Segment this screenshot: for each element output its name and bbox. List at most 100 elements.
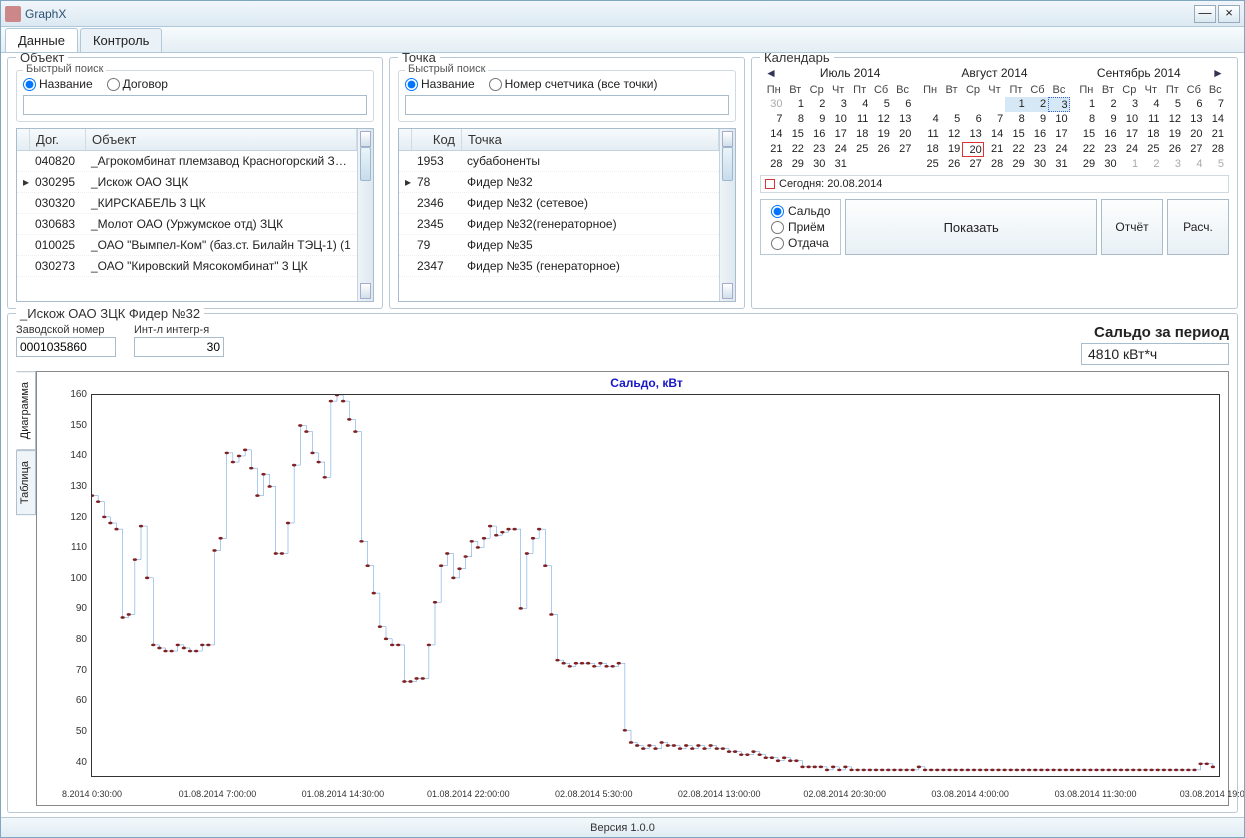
cal-day[interactable]: 26: [870, 142, 891, 157]
cal-day[interactable]: 23: [1027, 142, 1048, 157]
cal-day[interactable]: 27: [962, 157, 983, 172]
show-button[interactable]: Показать: [845, 199, 1097, 255]
cal-day[interactable]: 10: [1119, 112, 1140, 127]
cal-day[interactable]: 14: [763, 127, 784, 142]
minimize-button[interactable]: —: [1194, 5, 1216, 23]
cal-day[interactable]: 25: [849, 142, 870, 157]
table-row[interactable]: 030320_КИРСКАБЕЛЬ 3 ЦК: [17, 193, 357, 214]
cal-day[interactable]: 4: [1140, 97, 1161, 112]
cal-prev[interactable]: ◄: [764, 66, 778, 80]
cal-day[interactable]: 17: [827, 127, 848, 142]
cal-day[interactable]: 4: [849, 97, 870, 112]
chart-box[interactable]: Сальдо, кВт 4050607080901001101201301401…: [36, 371, 1229, 806]
point-col-code[interactable]: Код: [412, 129, 462, 150]
cal-day[interactable]: 12: [1162, 112, 1183, 127]
cal-day[interactable]: [870, 157, 891, 172]
object-col-name[interactable]: Объект: [86, 129, 357, 150]
cal-day[interactable]: 9: [1027, 112, 1048, 127]
point-col-name[interactable]: Точка: [462, 129, 719, 150]
cal-day[interactable]: 2: [1027, 97, 1048, 112]
cal-day[interactable]: 17: [1119, 127, 1140, 142]
side-tab-diagram[interactable]: Диаграмма: [16, 371, 36, 450]
cal-day[interactable]: 19: [1162, 127, 1183, 142]
cal-day[interactable]: 11: [849, 112, 870, 127]
cal-next[interactable]: ►: [1211, 66, 1225, 80]
cal-day[interactable]: [984, 97, 1005, 112]
cal-day[interactable]: 28: [1205, 142, 1226, 157]
cal-day[interactable]: 24: [1048, 142, 1069, 157]
cal-day[interactable]: 14: [1205, 112, 1226, 127]
mode-saldo[interactable]: Сальдо: [771, 204, 830, 218]
table-row[interactable]: 030683_Молот ОАО (Уржумское отд) ЗЦК: [17, 214, 357, 235]
table-row[interactable]: ▸78Фидер №32: [399, 172, 719, 193]
cal-day[interactable]: 6: [962, 112, 983, 127]
table-row[interactable]: ▸030295_Искож ОАО ЗЦК: [17, 172, 357, 193]
cal-day[interactable]: 25: [919, 157, 940, 172]
cal-day[interactable]: 1: [1119, 157, 1140, 172]
object-scrollbar[interactable]: [357, 129, 373, 301]
intg-input[interactable]: [134, 337, 224, 357]
cal-day[interactable]: 5: [1205, 157, 1226, 172]
cal-day[interactable]: 12: [870, 112, 891, 127]
cal-day[interactable]: 29: [1005, 157, 1026, 172]
cal-day[interactable]: 3: [1119, 97, 1140, 112]
cal-day[interactable]: [919, 97, 940, 112]
mode-in[interactable]: Приём: [771, 220, 830, 234]
cal-day[interactable]: 16: [1097, 127, 1118, 142]
cal-day[interactable]: 18: [849, 127, 870, 142]
close-button[interactable]: ×: [1218, 5, 1240, 23]
tab-data[interactable]: Данные: [5, 28, 78, 52]
cal-day[interactable]: 10: [1048, 112, 1069, 127]
cal-day[interactable]: 29: [1076, 157, 1097, 172]
table-row[interactable]: 040820_Агрокомбинат племзавод Красногорс…: [17, 151, 357, 172]
cal-day[interactable]: 11: [919, 127, 940, 142]
table-row[interactable]: 010025_ОАО "Вымпел-Ком" (баз.ст. Билайн …: [17, 235, 357, 256]
cal-day[interactable]: 15: [1005, 127, 1026, 142]
cal-day[interactable]: 9: [806, 112, 827, 127]
cal-day[interactable]: 17: [1048, 127, 1069, 142]
cal-day[interactable]: 16: [806, 127, 827, 142]
cal-day[interactable]: 6: [1183, 97, 1204, 112]
object-search-input[interactable]: [23, 95, 367, 115]
cal-day[interactable]: 24: [1119, 142, 1140, 157]
object-col-contract[interactable]: Дог.: [30, 129, 86, 150]
cal-day[interactable]: 4: [1183, 157, 1204, 172]
cal-day[interactable]: 20: [962, 142, 983, 157]
cal-day[interactable]: 1: [784, 97, 805, 112]
cal-day[interactable]: 8: [784, 112, 805, 127]
cal-day[interactable]: 21: [763, 142, 784, 157]
cal-day[interactable]: 5: [1162, 97, 1183, 112]
cal-day[interactable]: 7: [763, 112, 784, 127]
cal-day[interactable]: 20: [1183, 127, 1204, 142]
mode-out[interactable]: Отдача: [771, 236, 830, 250]
cal-day[interactable]: 18: [1140, 127, 1161, 142]
table-row[interactable]: 2347Фидер №35 (генераторное): [399, 256, 719, 277]
cal-day[interactable]: 22: [1005, 142, 1026, 157]
cal-day[interactable]: 10: [827, 112, 848, 127]
table-row[interactable]: 030273_ОАО "Кировский Мясокомбинат" 3 ЦК: [17, 256, 357, 277]
cal-today-row[interactable]: Сегодня: 20.08.2014: [760, 175, 1229, 193]
calc-button[interactable]: Расч.: [1167, 199, 1229, 255]
cal-day[interactable]: 25: [1140, 142, 1161, 157]
cal-day[interactable]: 2: [1140, 157, 1161, 172]
object-radio-name[interactable]: Название: [23, 77, 93, 91]
cal-day[interactable]: 28: [984, 157, 1005, 172]
cal-day[interactable]: 2: [1097, 97, 1118, 112]
cal-day[interactable]: 23: [1097, 142, 1118, 157]
point-search-input[interactable]: [405, 95, 729, 115]
side-tab-table[interactable]: Таблица: [16, 450, 36, 515]
cal-day[interactable]: 29: [784, 157, 805, 172]
cal-day[interactable]: 15: [784, 127, 805, 142]
cal-day[interactable]: 28: [763, 157, 784, 172]
cal-day[interactable]: 3: [1048, 97, 1069, 112]
cal-day[interactable]: 20: [892, 127, 913, 142]
cal-day[interactable]: 22: [1076, 142, 1097, 157]
cal-day[interactable]: 8: [1005, 112, 1026, 127]
point-grid[interactable]: Код Точка 1953субабоненты▸78Фидер №32234…: [398, 128, 736, 302]
cal-day[interactable]: 26: [1162, 142, 1183, 157]
object-radio-contract[interactable]: Договор: [107, 77, 168, 91]
cal-day[interactable]: [849, 157, 870, 172]
cal-day[interactable]: 12: [941, 127, 962, 142]
cal-day[interactable]: 3: [1162, 157, 1183, 172]
cal-day[interactable]: 8: [1076, 112, 1097, 127]
